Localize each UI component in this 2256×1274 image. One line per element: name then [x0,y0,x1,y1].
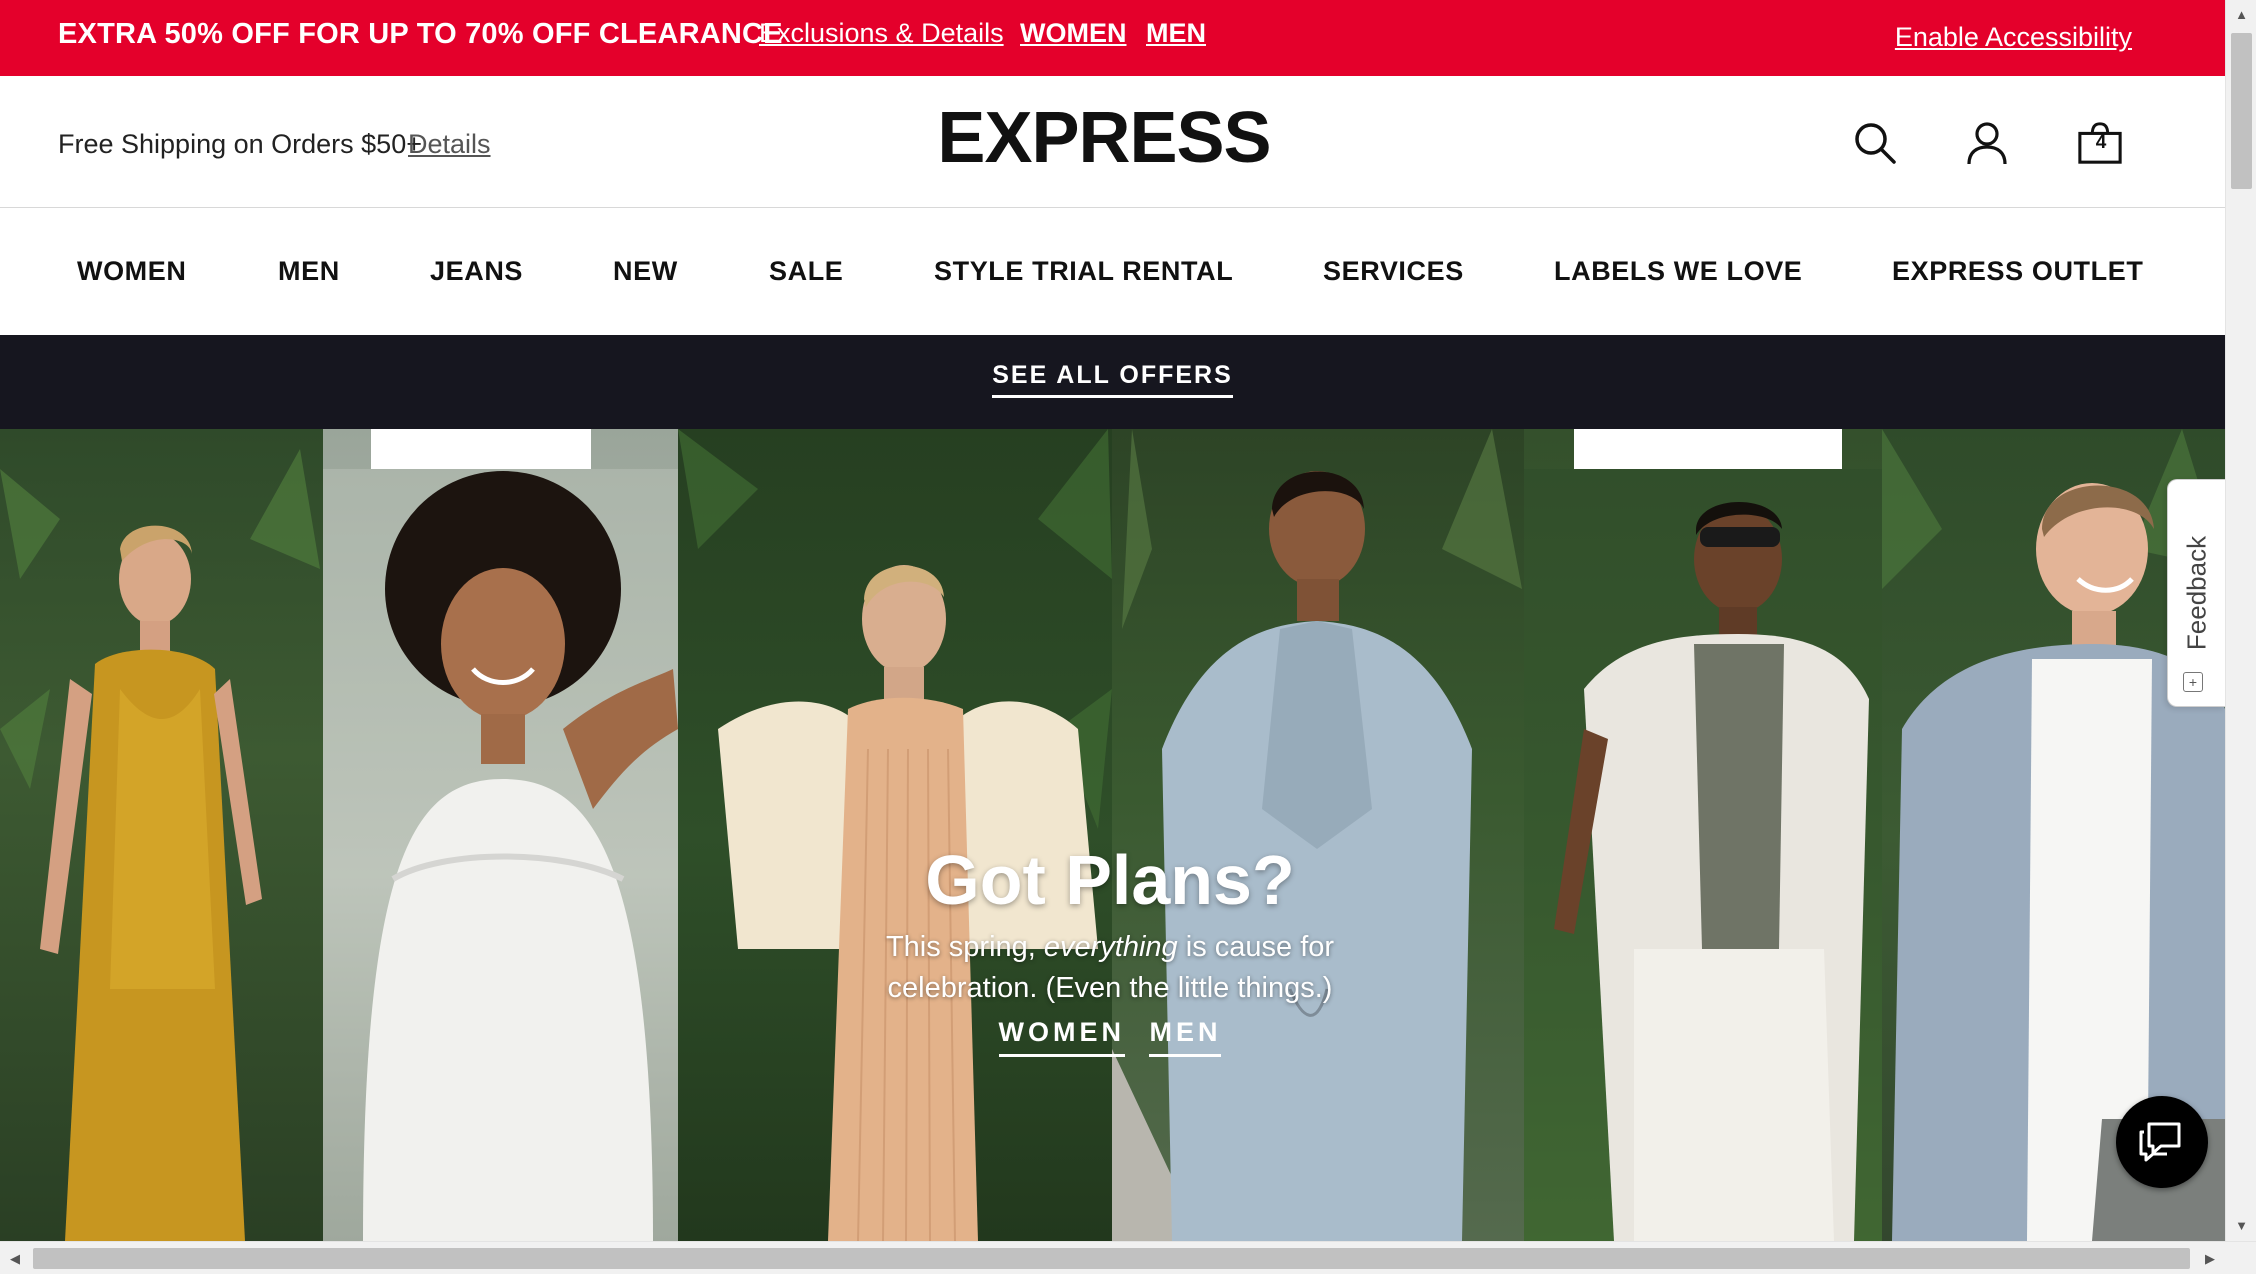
scroll-down-arrow-icon[interactable]: ▼ [2226,1211,2256,1241]
hero-subtitle-start: This spring, [885,931,1044,963]
nav-item-jeans[interactable]: JEANS [430,256,523,287]
scroll-left-arrow-icon[interactable]: ◀ [0,1242,30,1274]
nav-item-sale[interactable]: SALE [769,256,843,287]
promo-banner: EXTRA 50% OFF FOR UP TO 70% OFF CLEARANC… [0,0,2225,76]
vertical-scroll-thumb[interactable] [2231,33,2252,189]
feedback-label: Feedback [2181,535,2211,651]
promo-headline: EXTRA 50% OFF FOR UP TO 70% OFF CLEARANC… [58,18,783,50]
chat-button[interactable] [2116,1096,2208,1188]
site-header: Free Shipping on Orders $50+ Details EXP… [0,76,2225,208]
nav-item-women[interactable]: WOMEN [77,256,186,287]
feedback-tab[interactable]: Feedback + [2167,479,2225,707]
horizontal-scroll-thumb[interactable] [33,1248,2190,1269]
bag-count-badge: 4 [2095,132,2107,153]
nav-item-services[interactable]: SERVICES [1323,256,1464,287]
shopping-bag-icon[interactable]: 4 [2077,120,2125,166]
enable-accessibility-link[interactable]: Enable Accessibility [1895,22,2132,53]
hero-women-link[interactable]: WOMEN [998,1017,1126,1057]
shipping-details-link[interactable]: Details [408,129,491,160]
hero-title: Got Plans? [925,841,1295,919]
chat-bubble-icon [2139,1122,2181,1162]
free-shipping-text: Free Shipping on Orders $50+ [58,129,422,159]
hero-subtitle: This spring, everything is cause for cel… [820,927,1400,1009]
hero-photo-woman-gold-dress [0,429,323,1241]
offers-bar: SEE ALL OFFERS [0,335,2225,429]
hero-copy: Got Plans? This spring, everything is ca… [820,839,1400,1057]
promo-women-link[interactable]: WOMEN [1020,18,1126,49]
search-icon[interactable] [1852,120,1898,166]
nav-item-new[interactable]: NEW [613,256,678,287]
hero-photo-woman-white-top [323,429,678,1241]
account-icon[interactable] [1964,120,2010,166]
express-logo[interactable]: EXPRESS [937,98,1271,178]
see-all-offers-link[interactable]: SEE ALL OFFERS [992,361,1233,398]
hero-cta-group: WOMEN MEN [820,1017,1400,1057]
vertical-scrollbar[interactable]: ▲ ▼ [2225,0,2256,1241]
hero-photo-man-white-shirt [1524,429,1882,1241]
nav-item-express-outlet[interactable]: EXPRESS OUTLET [1892,256,2143,287]
nav-item-labels-we-love[interactable]: LABELS WE LOVE [1554,256,1802,287]
hero-banner[interactable]: Got Plans? This spring, everything is ca… [0,429,2225,1241]
hero-photo-man-blue-suit [1112,429,1524,1241]
hero-men-link[interactable]: MEN [1149,1017,1222,1057]
nav-item-style-trial-rental[interactable]: STYLE TRIAL RENTAL [934,256,1233,287]
promo-exclusions-link[interactable]: Exclusions & Details [759,18,1004,49]
hero-subtitle-emphasis: everything [1043,931,1178,963]
scroll-right-arrow-icon[interactable]: ▶ [2195,1242,2225,1274]
horizontal-scrollbar[interactable]: ◀ ▶ [0,1241,2256,1274]
feedback-plus-icon: + [2183,672,2203,692]
hero-photo-woman-knit-dress [678,429,1112,1241]
scroll-up-arrow-icon[interactable]: ▲ [2226,0,2256,30]
nav-item-men[interactable]: MEN [278,256,340,287]
promo-men-link[interactable]: MEN [1146,18,1206,49]
main-nav: WOMEN MEN JEANS NEW SALE STYLE TRIAL REN… [0,208,2225,335]
